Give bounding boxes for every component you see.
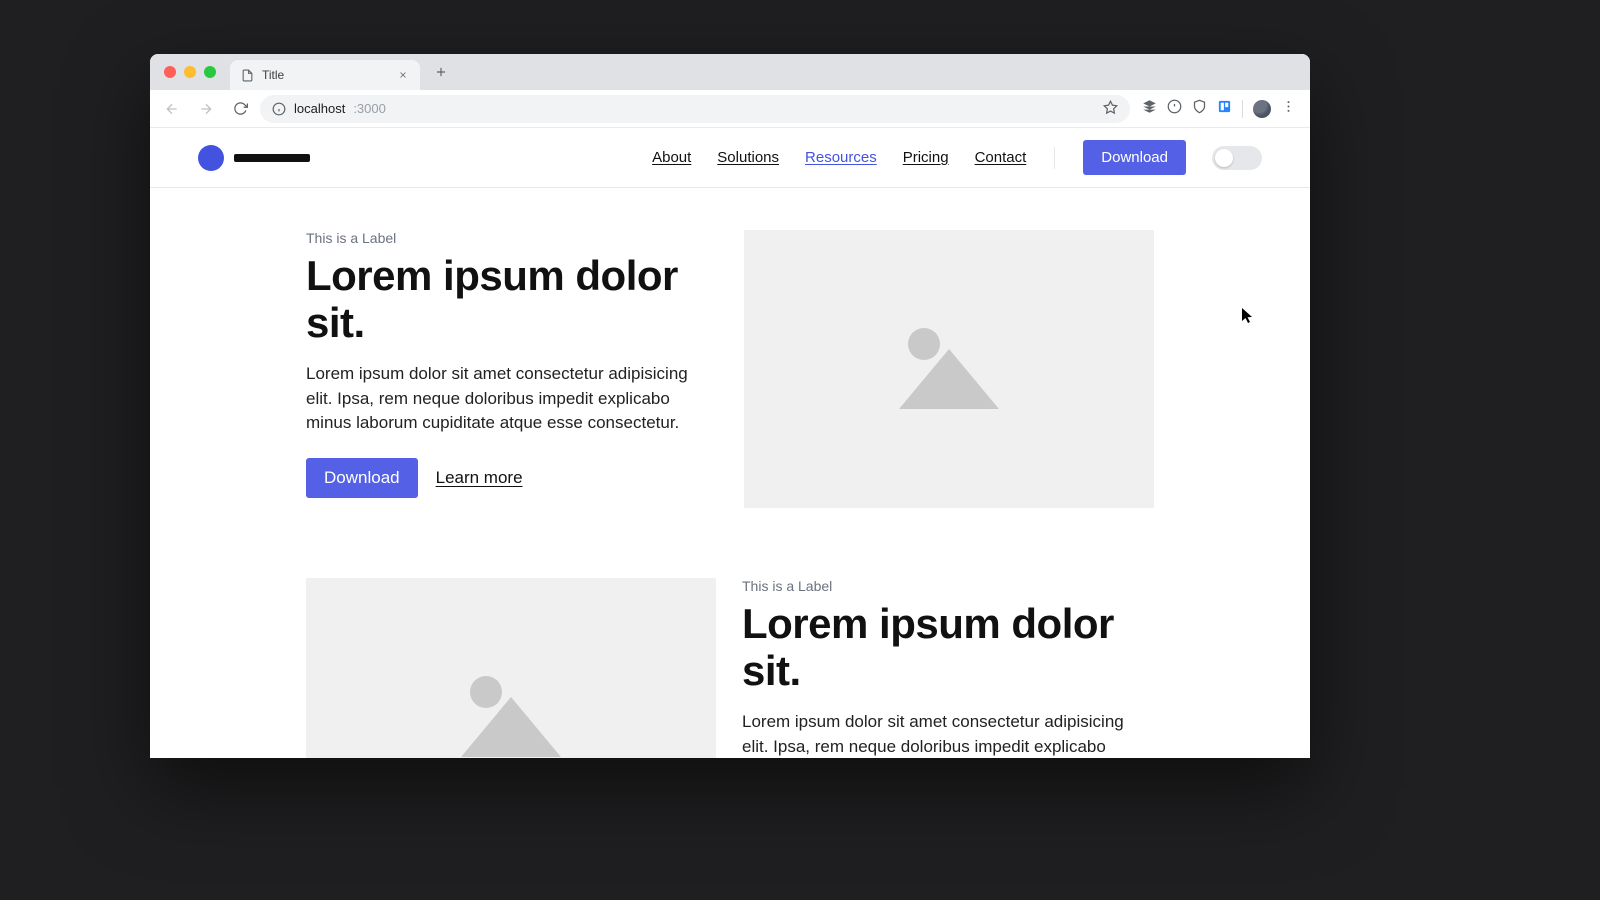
section-body: Lorem ipsum dolor sit amet consectetur a… [306, 362, 718, 436]
file-icon [240, 68, 254, 82]
window-zoom-button[interactable] [204, 66, 216, 78]
logo-wordmark [234, 154, 310, 162]
main-content: This is a Label Lorem ipsum dolor sit. L… [150, 188, 1310, 758]
shield-icon[interactable] [1192, 99, 1207, 119]
window-controls [164, 66, 216, 78]
browser-toolbar: localhost :3000 [150, 90, 1310, 128]
nav-download-button[interactable]: Download [1083, 140, 1186, 175]
nav-contact[interactable]: Contact [975, 149, 1027, 166]
section-body: Lorem ipsum dolor sit amet consectetur a… [742, 710, 1154, 758]
logo[interactable] [198, 145, 310, 171]
info-circle-icon[interactable] [1167, 99, 1182, 119]
close-tab-button[interactable] [396, 68, 410, 82]
section-headline: Lorem ipsum dolor sit. [306, 252, 718, 346]
nav-solutions[interactable]: Solutions [717, 149, 779, 166]
feature-section: This is a Label Lorem ipsum dolor sit. L… [306, 578, 1154, 758]
feature-media [306, 578, 716, 758]
theme-toggle[interactable] [1212, 146, 1262, 170]
forward-button[interactable] [192, 95, 220, 123]
profile-avatar[interactable] [1253, 100, 1271, 118]
section-label: This is a Label [742, 578, 1154, 594]
learn-more-link[interactable]: Learn more [436, 468, 523, 488]
new-tab-button[interactable] [428, 59, 454, 85]
nav-divider [1054, 147, 1055, 169]
tab-strip: Title [150, 54, 1310, 90]
feature-text: This is a Label Lorem ipsum dolor sit. L… [306, 230, 718, 498]
section-headline: Lorem ipsum dolor sit. [742, 600, 1154, 694]
site-header: About Solutions Resources Pricing Contac… [150, 128, 1310, 188]
window-close-button[interactable] [164, 66, 176, 78]
address-bar[interactable]: localhost :3000 [260, 95, 1130, 123]
kebab-menu-icon[interactable] [1281, 99, 1296, 119]
logo-mark-icon [198, 145, 224, 171]
trello-icon[interactable] [1217, 99, 1232, 119]
feature-media [744, 230, 1154, 508]
nav-pricing[interactable]: Pricing [903, 149, 949, 166]
info-icon [272, 102, 286, 116]
nav-about[interactable]: About [652, 149, 691, 166]
bookmark-star-icon[interactable] [1103, 100, 1118, 118]
browser-tab[interactable]: Title [230, 60, 420, 90]
layers-icon[interactable] [1142, 99, 1157, 119]
page-viewport: About Solutions Resources Pricing Contac… [150, 128, 1310, 758]
tab-title: Title [262, 68, 284, 82]
nav-resources[interactable]: Resources [805, 149, 877, 166]
cta-row: Download Learn more [306, 458, 718, 498]
download-button[interactable]: Download [306, 458, 418, 498]
back-button[interactable] [158, 95, 186, 123]
url-host: localhost [294, 101, 345, 116]
toggle-knob [1215, 149, 1233, 167]
reload-button[interactable] [226, 95, 254, 123]
section-label: This is a Label [306, 230, 718, 246]
extension-icons [1136, 99, 1302, 119]
image-placeholder [306, 578, 716, 758]
divider [1242, 100, 1243, 118]
primary-nav: About Solutions Resources Pricing Contac… [652, 140, 1262, 175]
browser-window: Title localhost :3000 [150, 54, 1310, 758]
image-placeholder [744, 230, 1154, 508]
feature-section: This is a Label Lorem ipsum dolor sit. L… [306, 230, 1154, 508]
feature-text: This is a Label Lorem ipsum dolor sit. L… [742, 578, 1154, 758]
url-port: :3000 [353, 101, 386, 116]
window-minimize-button[interactable] [184, 66, 196, 78]
